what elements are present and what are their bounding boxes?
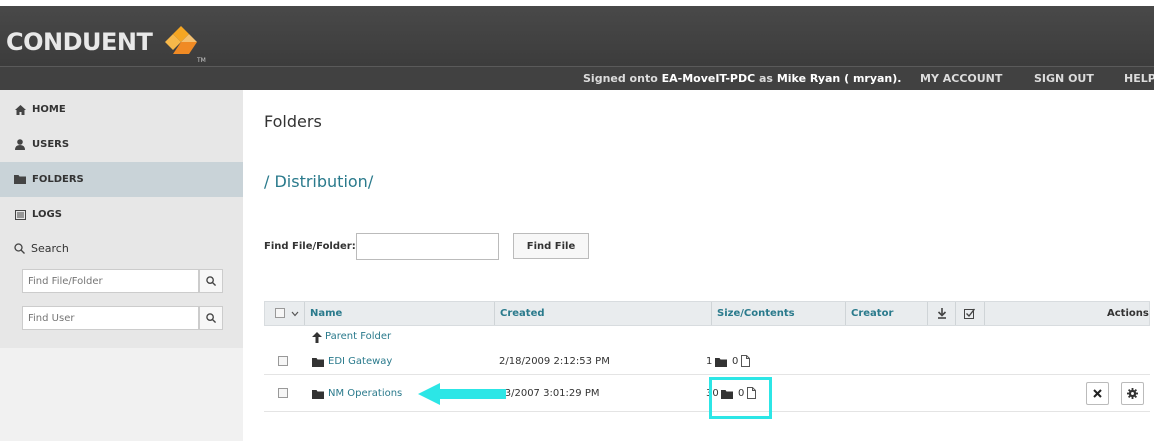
my-account-link[interactable]: MY ACCOUNT: [920, 72, 1002, 85]
find-user-search-button[interactable]: [199, 306, 223, 330]
folder-icon: [312, 358, 324, 367]
find-file-button[interactable]: Find File: [513, 233, 589, 259]
annotation-arrow-icon: [418, 383, 506, 405]
select-all-checkbox[interactable]: [275, 308, 285, 318]
annotation-highlight-box: [709, 377, 772, 419]
sidebar-item-logs[interactable]: LOGS: [0, 197, 243, 232]
column-divider: [984, 302, 985, 325]
table-header: Name Created Size/Contents Creator Actio…: [264, 301, 1150, 326]
find-file-folder-field[interactable]: [356, 233, 499, 260]
column-header-actions: Actions: [1107, 308, 1149, 319]
created-date: 2/18/2009 2:12:53 PM: [499, 356, 610, 367]
created-date: 3/3/2007 3:01:29 PM: [495, 388, 600, 399]
search-icon: [206, 276, 216, 286]
conduent-logo-mark-icon: [165, 26, 198, 54]
parent-folder-link[interactable]: Parent Folder: [325, 331, 391, 342]
folder-name-link[interactable]: EDI Gateway: [328, 356, 392, 367]
sidebar-item-label: LOGS: [32, 209, 62, 220]
row-checkbox[interactable]: [278, 356, 288, 366]
find-user-input[interactable]: [22, 306, 199, 330]
settings-button[interactable]: [1121, 382, 1144, 405]
signed-prefix: Signed onto: [583, 72, 658, 85]
column-divider: [494, 302, 495, 325]
search-icon: [14, 243, 25, 254]
sidebar-item-label: FOLDERS: [32, 174, 84, 185]
sidebar-item-label: USERS: [32, 139, 70, 150]
close-icon: [1093, 389, 1102, 398]
folder-name-link[interactable]: NM Operations: [328, 388, 402, 399]
column-header-name[interactable]: Name: [310, 308, 342, 319]
arrow-up-icon: [312, 332, 322, 343]
user-name: Mike Ryan ( mryan).: [776, 72, 902, 85]
sidebar-item-folders[interactable]: FOLDERS: [0, 162, 243, 197]
signed-on-text: Signed onto EA-MoveIT-PDC as Mike Ryan (…: [583, 72, 901, 85]
sidebar-lower-panel: [0, 348, 243, 441]
column-divider: [711, 302, 712, 325]
parent-folder-row[interactable]: Parent Folder: [264, 326, 1150, 348]
logo-text: CONDUENT: [6, 28, 153, 56]
column-divider: [927, 302, 928, 325]
column-header-creator[interactable]: Creator: [851, 308, 893, 319]
search-label-text: Search: [31, 242, 69, 255]
checkbox-checked-icon[interactable]: [964, 308, 975, 319]
folder-path-breadcrumb[interactable]: / Distribution/: [264, 172, 373, 191]
folder-count: 1: [706, 356, 713, 367]
user-icon: [14, 139, 26, 150]
folder-icon: [312, 390, 324, 399]
trademark-mark: TM: [197, 57, 206, 64]
sidebar: HOME USERS FOLDERS LOGS Search: [0, 90, 243, 441]
delete-button[interactable]: [1086, 382, 1109, 405]
table-row[interactable]: EDI Gateway 2/18/2009 2:12:53 PM 1 0: [264, 349, 1150, 375]
find-file-search-button[interactable]: [199, 269, 223, 293]
logs-icon: [14, 209, 26, 220]
column-header-size-contents[interactable]: Size/Contents: [717, 308, 795, 319]
user-nav-bar: Signed onto EA-MoveIT-PDC as Mike Ryan (…: [0, 66, 1154, 90]
find-file-folder-input[interactable]: [22, 269, 199, 293]
column-divider: [304, 302, 305, 325]
search-icon: [206, 313, 216, 323]
column-header-created[interactable]: Created: [500, 308, 545, 319]
find-label: Find File/Folder:: [264, 241, 356, 252]
search-section-label: Search: [14, 242, 69, 255]
home-icon: [14, 104, 26, 115]
folder-icon: [715, 358, 727, 367]
sidebar-item-label: HOME: [32, 104, 66, 115]
table-row[interactable]: NM Operations 3/3/2007 3:01:29 PM 30 0: [264, 376, 1150, 412]
server-name: EA-MoveIT-PDC: [661, 72, 756, 85]
gear-icon: [1127, 388, 1138, 399]
file-count: 0: [732, 356, 739, 367]
column-divider: [955, 302, 956, 325]
folder-icon: [14, 175, 26, 184]
download-icon[interactable]: [937, 308, 947, 319]
top-white-strip: [0, 0, 1154, 6]
help-link[interactable]: HELP: [1124, 72, 1154, 85]
signed-middle: as: [759, 72, 773, 85]
conduent-logo[interactable]: CONDUENT: [6, 22, 200, 62]
sidebar-item-home[interactable]: HOME: [0, 92, 243, 127]
page-title: Folders: [264, 112, 322, 131]
sidebar-item-users[interactable]: USERS: [0, 127, 243, 162]
sign-out-link[interactable]: SIGN OUT: [1034, 72, 1094, 85]
chevron-down-icon[interactable]: [291, 311, 299, 317]
row-checkbox[interactable]: [278, 388, 288, 398]
top-header: CONDUENT TM: [0, 0, 1154, 66]
file-icon: [741, 355, 750, 367]
column-divider: [845, 302, 846, 325]
